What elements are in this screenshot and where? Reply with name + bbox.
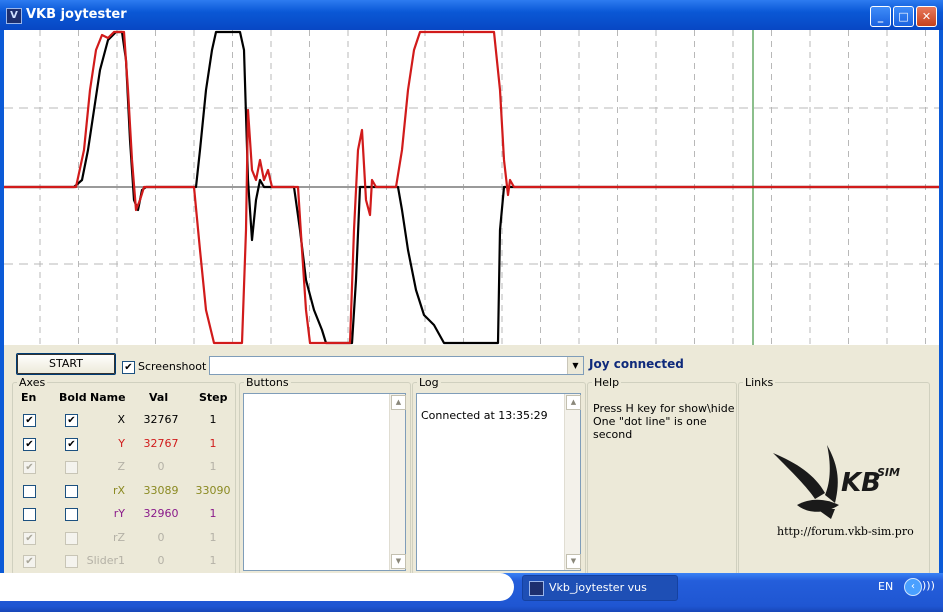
axis-enable-checkbox[interactable]: ✔ [23, 437, 36, 451]
header-val: Val [149, 391, 169, 404]
axis-value: 0 [157, 530, 165, 544]
axis-enable-checkbox[interactable] [23, 508, 36, 521]
logo-text: KB [841, 468, 881, 498]
screenshot-label: Screenshoot [138, 360, 207, 373]
control-row: START ✔ Screenshoot ▼ Joy connected [4, 345, 939, 375]
axis-value: 33089 [143, 483, 179, 497]
axis-name: Y [118, 436, 125, 450]
close-button[interactable]: ✕ [916, 6, 937, 27]
connection-status: Joy connected [589, 357, 684, 371]
minimize-button[interactable]: _ [870, 6, 891, 27]
log-line: Connected at 13:35:29 [421, 409, 548, 422]
maximize-button[interactable]: □ [893, 6, 914, 27]
log-scrollbar[interactable]: ▲ ▼ [564, 394, 581, 570]
app-icon [529, 581, 544, 596]
help-group: Help Press H key for show\hide One "dot … [587, 376, 737, 575]
axis-enable-checkbox[interactable]: ✔ [23, 414, 36, 427]
system-tray: EN ‹ ))) [866, 573, 943, 601]
chevron-left-icon[interactable]: ‹ [904, 578, 922, 596]
axis-name: rZ [112, 530, 125, 544]
device-select[interactable]: ▼ [209, 356, 584, 375]
help-legend: Help [592, 376, 622, 389]
axis-bold-checkbox[interactable] [65, 531, 78, 545]
axes-group: Axes En Bold Name Val Step ✔ ✔ X 32767 1 ✔ ✔ Y 3… [12, 376, 236, 575]
start-button[interactable]: START [16, 353, 116, 375]
header-en: En [21, 391, 37, 404]
axis-step: 33090 [195, 483, 231, 497]
buttons-legend: Buttons [244, 376, 291, 389]
log-group: Log Connected at 13:35:29 ▲ ▼ [412, 376, 586, 575]
scroll-up-icon[interactable]: ▲ [391, 395, 406, 410]
window-title: VKB joytester [26, 7, 127, 22]
axis-value: 32767 [143, 413, 179, 426]
buttons-list[interactable]: ▲ ▼ [243, 393, 406, 571]
axis-value: 32767 [143, 436, 179, 450]
taskbar: Vkb_joytester vus EN ‹ ))) [0, 573, 943, 612]
scroll-up-icon[interactable]: ▲ [566, 395, 581, 410]
logo-sub: SIM [877, 466, 900, 479]
axis-step: 1 [209, 460, 217, 473]
axis-enable-checkbox[interactable]: ✔ [23, 555, 36, 568]
links-group: Links KB SIM http://forum.vkb-sim.pro [738, 376, 930, 575]
app-icon: V [6, 8, 22, 24]
axis-value: 32960 [143, 507, 179, 520]
scroll-down-icon[interactable]: ▼ [391, 554, 406, 569]
links-legend: Links [743, 376, 776, 389]
axis-step: 1 [209, 413, 217, 426]
axis-value: 0 [157, 460, 165, 473]
buttons-group: Buttons ▲ ▼ [239, 376, 411, 575]
axis-name: X [117, 413, 125, 426]
axis-name: rX [112, 483, 125, 497]
log-legend: Log [417, 376, 441, 389]
axis-value: 0 [157, 554, 165, 567]
axis-bold-checkbox[interactable] [65, 484, 78, 498]
title-bar[interactable]: V VKB joytester _ □ ✕ [0, 0, 943, 30]
axis-bold-checkbox[interactable] [65, 461, 78, 474]
task-label: Vkb_joytester vus [549, 581, 647, 594]
app-window: V VKB joytester _ □ ✕ START ✔ Screenshoo… [0, 0, 943, 575]
axis-bold-checkbox[interactable] [65, 555, 78, 568]
help-line: One "dot line" is one second [593, 415, 707, 441]
axis-name: rY [113, 507, 125, 520]
axis-enable-checkbox[interactable]: ✔ [23, 531, 36, 545]
axis-bold-checkbox[interactable]: ✔ [65, 437, 78, 451]
scroll-down-icon[interactable]: ▼ [566, 554, 581, 569]
signal-plot [4, 30, 939, 345]
minimize-icon: _ [877, 10, 884, 23]
header-name: Name [90, 391, 126, 404]
header-bold: Bold [59, 391, 87, 404]
header-step: Step [199, 391, 228, 404]
forum-link[interactable]: http://forum.vkb-sim.pro [777, 525, 914, 538]
axis-bold-checkbox[interactable]: ✔ [65, 414, 78, 427]
chevron-down-icon[interactable]: ▼ [567, 357, 583, 374]
network-icon[interactable]: ))) [922, 579, 936, 593]
axis-name: Z [117, 460, 125, 473]
axes-legend: Axes [17, 376, 48, 389]
axis-name: Slider1 [86, 554, 125, 567]
help-text: Press H key for show\hide One "dot line"… [593, 402, 736, 441]
log-list[interactable]: Connected at 13:35:29 ▲ ▼ [416, 393, 581, 571]
client-area: START ✔ Screenshoot ▼ Joy connected Axes… [4, 30, 939, 575]
maximize-icon: □ [898, 10, 909, 23]
axis-step: 1 [209, 507, 217, 520]
axis-enable-checkbox[interactable] [23, 484, 36, 498]
help-line: Press H key for show\hide [593, 402, 735, 415]
close-icon: ✕ [921, 10, 932, 23]
axis-enable-checkbox[interactable]: ✔ [23, 461, 36, 474]
axis-step: 1 [209, 554, 217, 567]
taskbar-search-box[interactable] [0, 573, 514, 601]
taskbar-task[interactable]: Vkb_joytester vus [522, 575, 678, 601]
buttons-scrollbar[interactable]: ▲ ▼ [389, 394, 406, 570]
language-indicator[interactable]: EN [878, 580, 893, 593]
axis-step: 1 [209, 436, 217, 450]
axis-bold-checkbox[interactable] [65, 508, 78, 521]
screenshot-checkbox[interactable]: ✔ [122, 361, 135, 374]
axis-step: 1 [209, 530, 217, 544]
vkb-logo: KB SIM [773, 445, 900, 519]
